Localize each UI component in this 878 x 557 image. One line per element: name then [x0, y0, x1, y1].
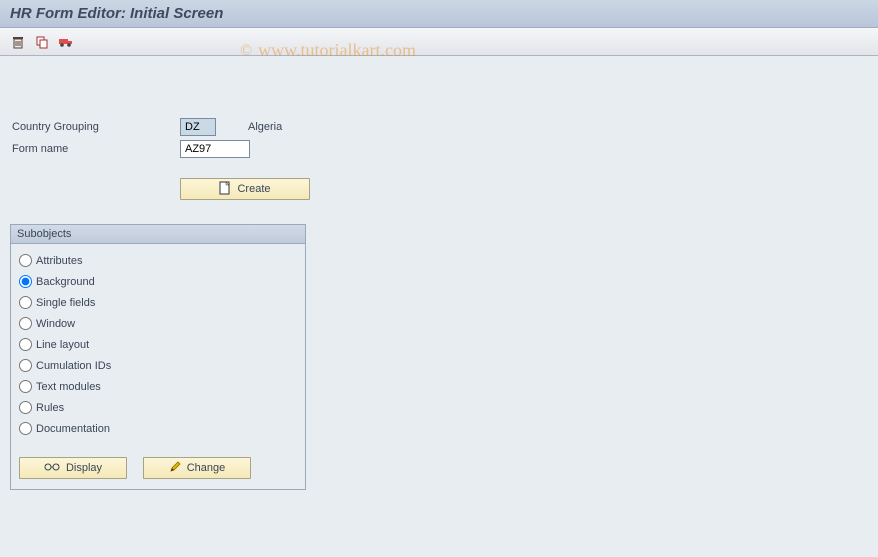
create-button-label: Create: [237, 183, 270, 195]
display-button-label: Display: [66, 462, 102, 474]
delete-icon[interactable]: [10, 34, 26, 50]
radio-text-modules-label[interactable]: Text modules: [36, 381, 101, 393]
window-title: HR Form Editor: Initial Screen: [0, 0, 878, 28]
radio-attributes[interactable]: [19, 254, 32, 267]
change-button-label: Change: [187, 462, 226, 474]
transport-icon[interactable]: [58, 34, 74, 50]
radio-single-fields[interactable]: [19, 296, 32, 309]
form-name-label: Form name: [10, 143, 180, 155]
radio-documentation-label[interactable]: Documentation: [36, 423, 110, 435]
radio-background-label[interactable]: Background: [36, 276, 95, 288]
radio-window[interactable]: [19, 317, 32, 330]
glasses-icon: [44, 462, 60, 475]
radio-text-modules[interactable]: [19, 380, 32, 393]
radio-cumulation-ids-label[interactable]: Cumulation IDs: [36, 360, 111, 372]
radio-attributes-label[interactable]: Attributes: [36, 255, 82, 267]
radio-rules-label[interactable]: Rules: [36, 402, 64, 414]
radio-single-fields-label[interactable]: Single fields: [36, 297, 95, 309]
radio-line-layout-label[interactable]: Line layout: [36, 339, 89, 351]
subobjects-groupbox: Subobjects Attributes Background Single …: [10, 224, 306, 490]
copy-icon[interactable]: [34, 34, 50, 50]
main-content: Country Grouping Algeria Form name Creat…: [0, 56, 878, 500]
subobjects-title: Subobjects: [11, 225, 305, 244]
country-grouping-input[interactable]: [180, 118, 216, 136]
form-name-input[interactable]: [180, 140, 250, 158]
radio-rules[interactable]: [19, 401, 32, 414]
country-grouping-text: Algeria: [248, 121, 282, 133]
display-button[interactable]: Display: [19, 457, 127, 479]
radio-cumulation-ids[interactable]: [19, 359, 32, 372]
country-grouping-label: Country Grouping: [10, 121, 180, 133]
radio-documentation[interactable]: [19, 422, 32, 435]
create-button[interactable]: Create: [180, 178, 310, 200]
radio-window-label[interactable]: Window: [36, 318, 75, 330]
pencil-icon: [169, 461, 181, 476]
radio-line-layout[interactable]: [19, 338, 32, 351]
document-icon: [219, 181, 231, 198]
radio-background[interactable]: [19, 275, 32, 288]
change-button[interactable]: Change: [143, 457, 251, 479]
toolbar: [0, 28, 878, 56]
